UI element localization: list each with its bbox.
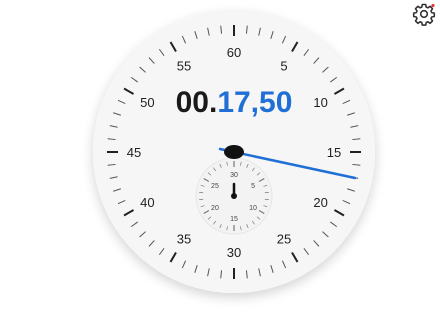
main-dial-label: 25 bbox=[277, 232, 291, 247]
elapsed-minutes: 00. bbox=[176, 86, 218, 119]
main-dial-label: 30 bbox=[227, 245, 241, 260]
sub-dial-label: 25 bbox=[211, 183, 219, 190]
settings-button[interactable] bbox=[412, 2, 436, 26]
sub-dial-label: 5 bbox=[251, 183, 255, 190]
stopwatch-screen: 5 10 15 20 25 30 35 40 45 50 55 60 5 10 15 20 25 30 00.1… bbox=[0, 0, 440, 331]
main-dial-label: 15 bbox=[327, 145, 341, 160]
elapsed-time: 00.17,50 bbox=[176, 86, 293, 119]
main-dial-label: 20 bbox=[313, 195, 327, 210]
main-dial-label: 40 bbox=[140, 195, 154, 210]
main-dial-label: 60 bbox=[227, 45, 241, 60]
sub-dial-label: 10 bbox=[249, 205, 257, 212]
sub-dial-label: 20 bbox=[211, 205, 219, 212]
gear-icon bbox=[412, 3, 436, 26]
sub-dial-label: 15 bbox=[230, 216, 238, 223]
main-dial-label: 50 bbox=[140, 95, 154, 110]
hand-pivot bbox=[224, 145, 244, 159]
main-dial-label: 45 bbox=[127, 145, 141, 160]
elapsed-seconds: 17,50 bbox=[217, 86, 292, 119]
stopwatch-dial: 5 10 15 20 25 30 35 40 45 50 55 60 5 10 15 20 25 30 00.1… bbox=[93, 11, 375, 293]
sub-dial-label: 30 bbox=[230, 172, 238, 179]
main-dial-label: 10 bbox=[313, 95, 327, 110]
main-dial-label: 55 bbox=[177, 58, 191, 73]
sub-dial-pivot bbox=[231, 193, 237, 199]
main-dial-label: 5 bbox=[280, 58, 287, 73]
main-dial-label: 35 bbox=[177, 232, 191, 247]
